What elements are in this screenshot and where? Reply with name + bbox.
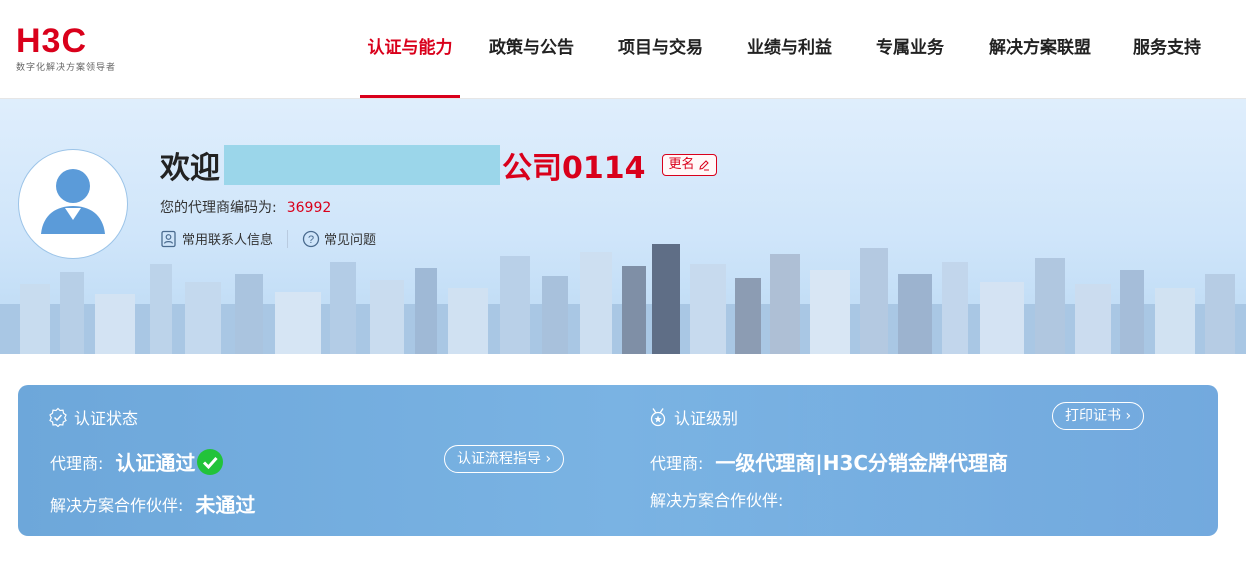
check-circle-icon — [197, 448, 224, 475]
company-name-suffix: 公司0114 — [502, 151, 646, 186]
banner-links: 常用联系人信息 ? 常见问题 — [160, 229, 376, 248]
agent-status-row: 代理商: 认证通过 — [50, 447, 224, 476]
status-title-text: 认证状态 — [74, 409, 139, 428]
nav-item-performance[interactable]: 业绩与利益 — [747, 0, 832, 98]
h3c-logo[interactable]: H3C 数字化解决方案领导者 — [16, 22, 117, 73]
rename-button[interactable]: 更名 — [661, 154, 717, 176]
links-divider — [287, 229, 289, 248]
svg-text:?: ? — [308, 234, 314, 246]
nav-item-projects[interactable]: 项目与交易 — [618, 0, 703, 98]
nav-item-certification[interactable]: 认证与能力 — [360, 0, 460, 98]
top-header: H3C 数字化解决方案领导者 认证与能力 政策与公告 项目与交易 业绩与利益 专… — [0, 0, 1246, 99]
nav-item-exclusive[interactable]: 专属业务 — [876, 0, 944, 98]
redacted-company-name — [224, 145, 500, 185]
shield-check-icon — [49, 407, 67, 427]
logo-mark: H3C — [16, 22, 88, 60]
chevron-right-icon: › — [545, 451, 552, 467]
status-title: 认证状态 — [48, 405, 138, 429]
nav-item-solution-alliance[interactable]: 解决方案联盟 — [989, 0, 1091, 98]
welcome-heading: 欢迎 公司0114 更名 — [160, 143, 717, 187]
pencil-icon — [698, 160, 709, 171]
chevron-right-icon: › — [1125, 408, 1132, 424]
welcome-banner: 欢迎 公司0114 更名 您的代理商编码为: 36992 常用联系人信息 ? 常… — [0, 99, 1246, 354]
partner-level-label: 解决方案合作伙伴: — [650, 491, 784, 510]
certification-guide-button[interactable]: 认证流程指导 › — [444, 445, 565, 473]
nav-item-policy[interactable]: 政策与公告 — [489, 0, 574, 98]
city-skyline-image — [0, 244, 1246, 354]
nav-item-service-support[interactable]: 服务支持 — [1133, 0, 1201, 98]
agent-level-row: 代理商: 一级代理商|H3C分销金牌代理商 — [650, 447, 1008, 476]
medal-icon — [650, 408, 666, 427]
contacts-link[interactable]: 常用联系人信息 — [160, 229, 273, 248]
level-title: 认证级别 — [648, 405, 738, 429]
logo-tagline: 数字化解决方案领导者 — [16, 63, 117, 73]
welcome-text: 欢迎 — [160, 151, 220, 186]
agent-level-value: 一级代理商|H3C分销金牌代理商 — [715, 451, 1009, 475]
person-icon — [41, 169, 105, 234]
faq-link-label: 常见问题 — [324, 233, 377, 248]
agent-code-line: 您的代理商编码为: 36992 — [160, 197, 331, 217]
partner-status-value: 未通过 — [195, 493, 256, 517]
partner-status-row: 解决方案合作伙伴: 未通过 — [50, 489, 255, 518]
faq-link[interactable]: ? 常见问题 — [302, 229, 376, 248]
partner-level-row: 解决方案合作伙伴: — [650, 487, 783, 511]
partner-status-label: 解决方案合作伙伴: — [50, 495, 184, 515]
certification-guide-label: 认证流程指导 — [457, 451, 541, 467]
certification-card: 认证状态 代理商: 认证通过 认证流程指导 › 解决方案合作伙伴: 未通过 认证… — [18, 385, 1218, 536]
contact-card-icon — [161, 230, 176, 247]
agent-status-label: 代理商: — [50, 453, 104, 473]
certification-level-panel: 认证级别 打印证书 › 代理商: 一级代理商|H3C分销金牌代理商 解决方案合作… — [618, 385, 1218, 536]
print-certificate-button[interactable]: 打印证书 › — [1052, 402, 1145, 430]
agent-code-label: 您的代理商编码为: — [160, 200, 277, 216]
certification-status-panel: 认证状态 代理商: 认证通过 认证流程指导 › 解决方案合作伙伴: 未通过 — [18, 385, 618, 536]
contacts-link-label: 常用联系人信息 — [182, 233, 274, 248]
print-certificate-label: 打印证书 — [1065, 408, 1121, 424]
agent-code-value: 36992 — [286, 200, 332, 216]
rename-label: 更名 — [668, 157, 695, 172]
level-title-text: 认证级别 — [674, 409, 739, 428]
agent-status-value: 认证通过 — [115, 451, 196, 475]
user-avatar[interactable] — [18, 149, 128, 259]
agent-level-label: 代理商: — [650, 453, 704, 473]
question-icon: ? — [302, 230, 320, 247]
